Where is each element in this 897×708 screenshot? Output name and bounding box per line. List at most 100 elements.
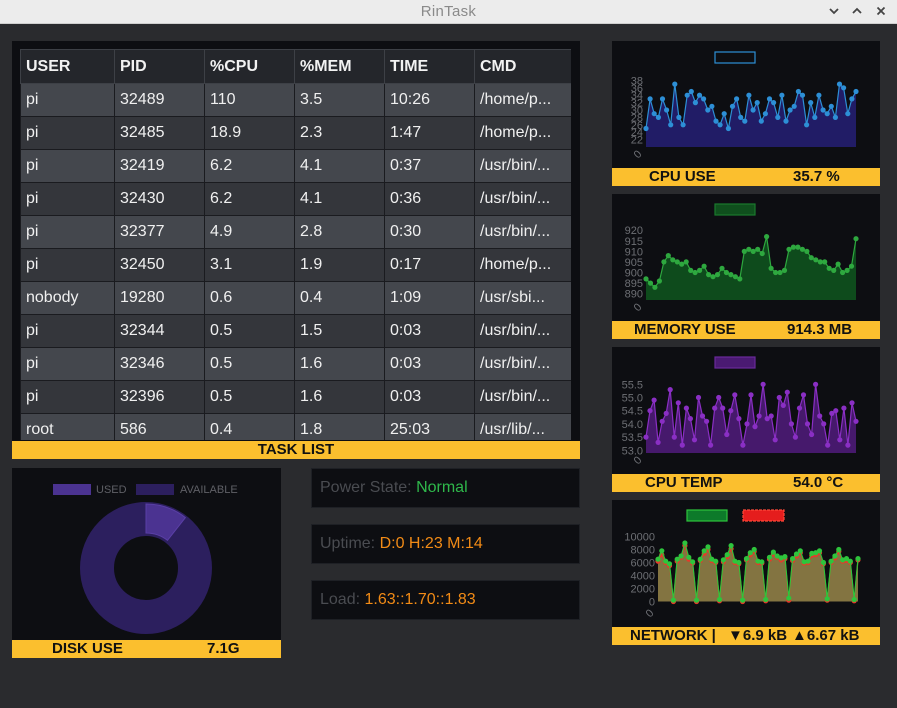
y-tick-label: 900 (625, 268, 643, 280)
table-cell: 32346 (114, 347, 205, 381)
temp-panel: 53.0 53.5 54.0 54.5 55.0 55.5 0 CPU TEMP 54.0 … (612, 347, 880, 492)
task-list-label: TASK LIST (257, 441, 335, 458)
table-cell: 1.8 (294, 413, 385, 440)
table-cell: 1:09 (384, 281, 475, 315)
table-cell: 10:26 (384, 83, 475, 117)
table-row[interactable]: pi 32396 0.5 1.6 0:03/usr/bin/... (20, 380, 571, 414)
minimize-button[interactable] (825, 2, 843, 20)
data-point (782, 554, 788, 560)
memory-value: 914.3 MB (787, 321, 853, 338)
data-point (824, 596, 830, 602)
cpu-value: 35.7 % (793, 168, 840, 185)
data-point (693, 597, 700, 603)
data-point (736, 559, 742, 566)
table-body: pi 32489 110 3.5 10:26/home/p... pi 32485 18.9 2… (20, 83, 571, 440)
table-row[interactable]: pi 32419 6.2 4.1 0:37/usr/bin/... (20, 149, 571, 183)
data-point (716, 394, 722, 401)
data-point (845, 111, 851, 117)
table-cell: 1.6 (294, 347, 385, 381)
temp-legend-swatch (714, 356, 756, 369)
data-point (728, 543, 734, 549)
data-point (728, 408, 734, 414)
data-point (800, 392, 807, 398)
data-point (832, 114, 838, 120)
data-point (820, 559, 826, 566)
table-row[interactable]: root 586 0.4 1.8 25:03/usr/lib/... (20, 413, 571, 440)
data-point (750, 107, 756, 113)
close-icon (876, 6, 886, 16)
data-point (743, 556, 750, 562)
y-tick-label: 38 (631, 75, 643, 87)
data-point (655, 114, 661, 120)
table-cell: 18.9 (204, 116, 295, 150)
data-point (755, 246, 761, 252)
data-point (835, 261, 841, 267)
table-cell: /usr/bin/... (474, 149, 571, 183)
column-header[interactable]: USER (20, 49, 115, 84)
data-point (725, 125, 731, 132)
column-header[interactable]: %MEM (294, 49, 385, 84)
column-header[interactable]: PID (114, 49, 205, 84)
data-point (709, 103, 715, 109)
maximize-button[interactable] (848, 2, 866, 20)
window-title: RinTask (420, 3, 477, 20)
table-header-row: USER PID %CPU %MEM TIME CMD (20, 49, 571, 84)
data-point (804, 248, 810, 254)
legend-used-swatch (53, 484, 91, 495)
table-row[interactable]: pi 32344 0.5 1.5 0:03/usr/bin/... (20, 314, 571, 348)
y-tick-label: 10000 (624, 531, 655, 543)
data-point (848, 263, 855, 269)
data-point (750, 248, 756, 254)
data-point (804, 421, 811, 427)
data-point (816, 548, 823, 554)
power-state-label: Power State: (320, 479, 412, 496)
y-tick-label: 2000 (631, 583, 655, 595)
table-row[interactable]: pi 32430 6.2 4.1 0:36/usr/bin/... (20, 182, 571, 216)
table-row[interactable]: pi 32450 3.1 1.9 0:17/home/p... (20, 248, 571, 282)
table-row[interactable]: pi 32489 110 3.5 10:26/home/p... (20, 83, 571, 117)
table-cell: /usr/bin/... (474, 347, 571, 381)
y-tick-label: 53.0 (622, 445, 643, 457)
table-row[interactable]: nobody 19280 0.6 0.4 1:09/usr/sbi... (20, 281, 571, 315)
data-point (679, 442, 685, 448)
column-header[interactable]: TIME (384, 49, 475, 84)
network-down-legend-swatch (686, 509, 728, 522)
data-point (771, 100, 777, 106)
task-table-scroll[interactable]: USER PID %CPU %MEM TIME CMD pi 32489 110 3.5 10:2… (20, 49, 571, 440)
table-cell: pi (20, 314, 115, 348)
table-row[interactable]: pi 32485 18.9 2.3 1:47/home/p... (20, 116, 571, 150)
column-header[interactable]: %CPU (204, 49, 295, 84)
x-tick-label: 0 (632, 301, 645, 314)
table-row[interactable]: pi 32377 4.9 2.8 0:30/usr/bin/... (20, 215, 571, 249)
table-cell: 2.8 (294, 215, 385, 249)
data-point (809, 431, 815, 438)
data-point (784, 389, 790, 395)
table-cell: 32450 (114, 248, 205, 282)
data-point (647, 408, 653, 414)
data-point (691, 437, 698, 443)
table-cell: /usr/lib/... (474, 413, 571, 440)
table-cell: 0.5 (204, 380, 295, 414)
data-point (760, 381, 766, 387)
temp-footer: CPU TEMP 54.0 °C (612, 474, 880, 492)
table-cell: 0:36 (384, 182, 475, 216)
table-cell: pi (20, 83, 115, 117)
data-point (836, 81, 843, 87)
network-up-legend-swatch (742, 509, 785, 522)
memory-label: MEMORY USE (634, 321, 736, 338)
column-header[interactable]: CMD (474, 49, 571, 84)
data-point (787, 107, 793, 113)
x-tick-label: 0 (644, 607, 657, 620)
close-button[interactable] (872, 2, 890, 20)
data-point (699, 413, 706, 419)
table-cell: nobody (20, 281, 115, 315)
data-point (822, 259, 828, 265)
table-cell: pi (20, 248, 115, 282)
table-row[interactable]: pi 32346 0.5 1.6 0:03/usr/bin/... (20, 347, 571, 381)
data-point (732, 392, 738, 398)
data-point (651, 111, 657, 117)
table-cell: /usr/bin/... (474, 380, 571, 414)
data-point (853, 236, 859, 242)
data-point (675, 400, 681, 406)
arrow-up-icon: ▲ (792, 627, 807, 644)
